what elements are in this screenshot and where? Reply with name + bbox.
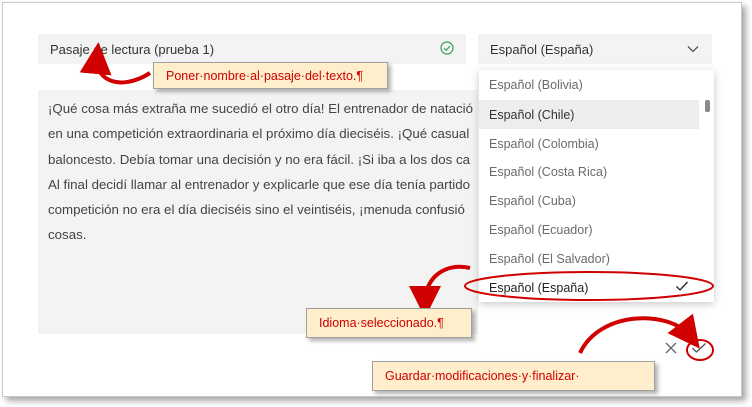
language-option[interactable]: Español (El Salvador) [479,244,699,273]
cancel-button[interactable] [662,341,680,359]
passage-textarea[interactable]: ¡Qué cosa más extraña me sucedió el otro… [38,90,478,334]
language-option[interactable]: Español (Ecuador) [479,215,699,244]
close-icon [664,341,678,360]
callout-save-finish: Guardar·modificaciones·y·finalizar· [372,361,655,391]
language-select-value: Español (España) [490,41,594,57]
passage-text: ¡Qué cosa más extraña me sucedió el otro… [48,101,474,243]
language-option-selected[interactable]: Español (España) [479,273,701,302]
language-dropdown[interactable]: Español (Bolivia) Español (Chile) Españo… [479,70,714,302]
callout-name-passage: Poner·nombre·al·pasaje·del·texto.¶ [153,62,388,89]
check-circle-icon [440,40,454,58]
chevron-down-icon [686,42,700,57]
checkmark-icon [675,280,689,295]
passage-title-field[interactable]: Pasaje de lectura (prueba 1) [38,34,466,64]
callout-language-selected: Idioma·seleccionado.¶ [306,308,472,338]
dropdown-scrollbar[interactable] [705,100,710,112]
language-option[interactable]: Español (Costa Rica) [479,157,699,186]
language-option[interactable]: Español (Bolivia) [479,70,699,99]
language-select[interactable]: Español (España) [478,34,712,64]
language-option[interactable]: Español (Chile) [479,100,699,129]
passage-title-text: Pasaje de lectura (prueba 1) [50,41,215,57]
language-option[interactable]: Español (Cuba) [479,186,699,215]
confirm-button[interactable] [686,339,712,361]
language-option[interactable]: Español (Colombia) [479,129,699,158]
checkmark-icon [691,341,707,359]
